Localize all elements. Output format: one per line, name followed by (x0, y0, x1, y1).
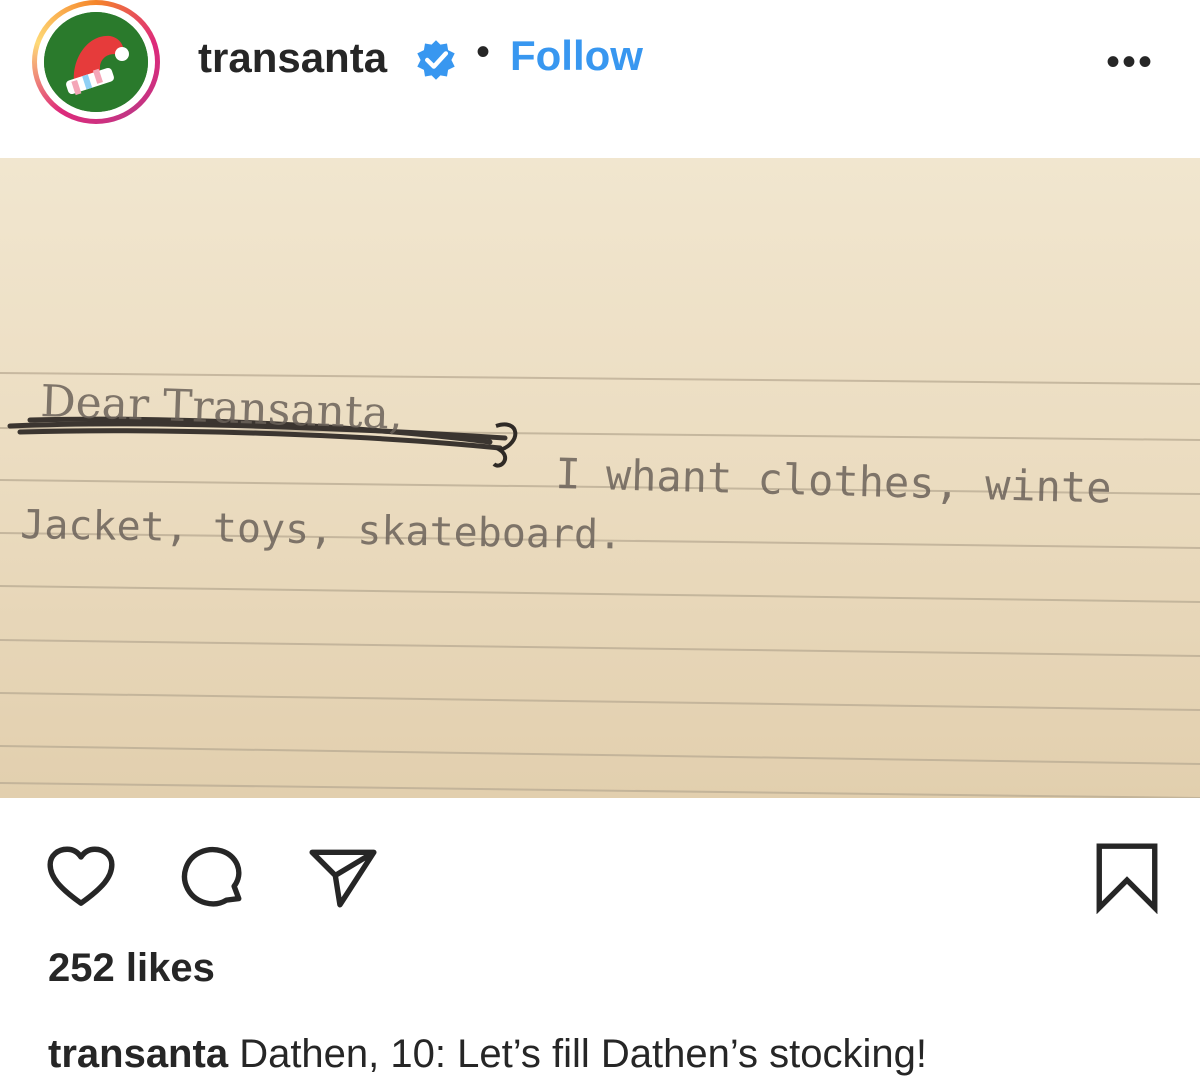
lined-paper-letter: Dear Transanta, I whant clothes, winte J… (0, 158, 1200, 798)
action-bar (0, 830, 1200, 920)
verified-badge-icon (417, 40, 455, 80)
santa-hat-icon (44, 12, 148, 112)
story-ring[interactable] (32, 0, 160, 124)
caption-text: Dathen, 10: Let’s fill Dathen’s stocking… (239, 1032, 927, 1076)
post-username[interactable]: transanta (198, 34, 387, 82)
post-photo[interactable]: Dear Transanta, I whant clothes, winte J… (0, 158, 1200, 798)
bookmark-icon[interactable] (1090, 840, 1164, 914)
separator-dot: • (476, 30, 491, 74)
post-caption: transanta Dathen, 10: Let’s fill Dathen’… (48, 1032, 927, 1077)
comment-icon[interactable] (174, 840, 248, 914)
follow-button[interactable]: Follow (510, 32, 643, 80)
post-header: transanta • Follow ••• (0, 0, 1200, 160)
more-options-button[interactable]: ••• (1106, 40, 1162, 84)
avatar[interactable] (44, 12, 148, 112)
caption-username[interactable]: transanta (48, 1032, 228, 1076)
likes-count[interactable]: 252 likes (48, 946, 215, 991)
paper-plane-icon[interactable] (306, 840, 380, 914)
heart-icon[interactable] (44, 840, 118, 914)
